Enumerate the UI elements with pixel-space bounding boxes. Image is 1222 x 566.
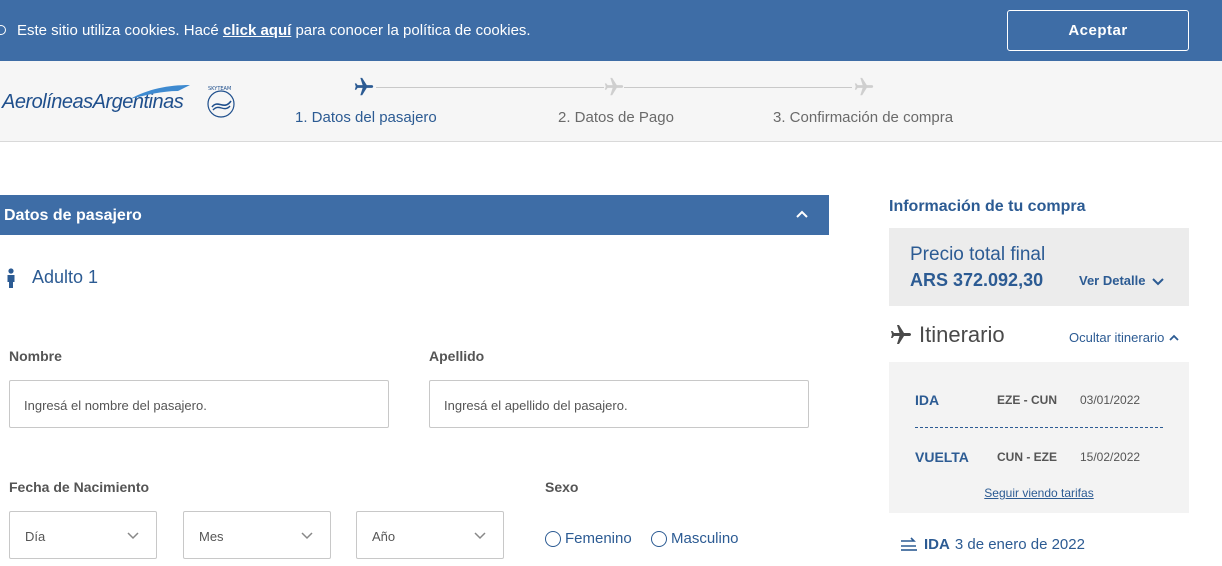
male-option[interactable]: Masculino xyxy=(651,530,739,547)
adult-heading: Adulto 1 xyxy=(6,267,98,288)
male-label: Masculino xyxy=(671,530,739,547)
male-radio[interactable] xyxy=(651,530,667,547)
step-connector xyxy=(376,87,604,88)
skyteam-text: SKYTEAM xyxy=(208,86,231,92)
birthdate-label: Fecha de Nacimiento xyxy=(9,479,150,495)
skyteam-logo-icon: SKYTEAM xyxy=(207,86,235,118)
price-label: Precio total final xyxy=(910,244,1046,265)
day-select[interactable]: Día xyxy=(9,511,157,559)
female-label: Femenino xyxy=(565,530,632,547)
year-select-value: Año xyxy=(372,529,396,544)
see-more-fares-link[interactable]: Seguir viendo tarifas xyxy=(889,486,1189,500)
leg-type: VUELTA xyxy=(915,449,969,465)
purchase-info-title: Información de tu compra xyxy=(889,198,1086,215)
nombre-label: Nombre xyxy=(9,348,62,364)
header: AerolíneasArgentinas SKYTEAM 1. Datos de… xyxy=(0,61,1222,142)
cookie-policy-link[interactable]: click aquí xyxy=(223,22,291,39)
day-select-value: Día xyxy=(25,529,46,544)
view-detail-link[interactable]: Ver Detalle xyxy=(1079,273,1165,288)
itinerary-leg: VUELTA CUN - EZE 15/02/2022 xyxy=(915,449,1175,469)
chevron-down-icon xyxy=(301,532,313,540)
price-value: ARS 372.092,30 xyxy=(910,270,1044,290)
chevron-down-icon xyxy=(127,532,139,540)
price-box: Precio total final ARS 372.092,30 Ver De… xyxy=(889,228,1189,306)
plane-icon-step-3 xyxy=(854,77,874,96)
adult-label: Adulto 1 xyxy=(32,267,99,287)
departure-plane-icon xyxy=(901,537,917,551)
cookie-banner: Este sitio utiliza cookies. Hacé click a… xyxy=(0,0,1222,61)
female-radio[interactable] xyxy=(545,530,561,547)
info-icon xyxy=(0,25,6,35)
accept-cookies-button[interactable]: Aceptar xyxy=(1007,10,1189,51)
hide-itinerary-label: Ocultar itinerario xyxy=(1069,330,1165,345)
step-connector xyxy=(624,87,852,88)
step-2-label: 2. Datos de Pago xyxy=(558,109,674,126)
ida-tag: IDA xyxy=(924,535,950,553)
month-select-value: Mes xyxy=(199,529,224,544)
chevron-up-icon[interactable] xyxy=(795,209,809,219)
year-select[interactable]: Año xyxy=(356,511,504,559)
leg-route: CUN - EZE xyxy=(997,450,1057,464)
female-option[interactable]: Femenino xyxy=(545,530,632,547)
chevron-down-icon xyxy=(1151,277,1164,285)
divider xyxy=(915,427,1163,428)
logo-swoosh-icon xyxy=(130,85,190,99)
chevron-down-icon xyxy=(474,532,486,540)
person-icon xyxy=(7,267,15,288)
view-detail-label: Ver Detalle xyxy=(1079,273,1146,288)
hide-itinerary-link[interactable]: Ocultar itinerario xyxy=(1069,330,1180,345)
nombre-input[interactable]: Ingresá el nombre del pasajero. xyxy=(9,380,389,428)
chevron-up-icon xyxy=(1169,334,1180,341)
month-select[interactable]: Mes xyxy=(183,511,331,559)
section-title: Datos de pasajero xyxy=(4,207,142,224)
itinerary-box: IDA EZE - CUN 03/01/2022 VUELTA CUN - EZ… xyxy=(889,362,1189,513)
apellido-input[interactable]: Ingresá el apellido del pasajero. xyxy=(429,380,809,428)
step-1-label: 1. Datos del pasajero xyxy=(295,109,437,126)
passenger-section-header[interactable]: Datos de pasajero xyxy=(0,195,829,235)
sex-label: Sexo xyxy=(545,479,579,495)
itinerary-heading: Itinerario xyxy=(889,322,1005,348)
itinerary-title: Itinerario xyxy=(919,322,1005,347)
cookie-text-before: Este sitio utiliza cookies. Hacé xyxy=(17,22,223,39)
ida-date: 3 de enero de 2022 xyxy=(954,535,1085,553)
plane-icon-step-2 xyxy=(604,77,624,96)
ida-flight-row: IDA 3 de enero de 2022 xyxy=(900,535,1085,553)
cookie-text-after: para conocer la política de cookies. xyxy=(291,22,531,39)
leg-route: EZE - CUN xyxy=(997,393,1057,407)
itinerary-leg: IDA EZE - CUN 03/01/2022 xyxy=(915,392,1175,412)
step-3-label: 3. Confirmación de compra xyxy=(773,109,954,126)
leg-date: 15/02/2022 xyxy=(1080,450,1141,464)
apellido-label: Apellido xyxy=(429,348,485,364)
leg-date: 03/01/2022 xyxy=(1080,393,1141,407)
leg-type: IDA xyxy=(915,392,940,408)
cookie-message: Este sitio utiliza cookies. Hacé click a… xyxy=(17,22,531,39)
plane-icon-step-1 xyxy=(354,77,374,96)
plane-icon xyxy=(891,325,911,344)
